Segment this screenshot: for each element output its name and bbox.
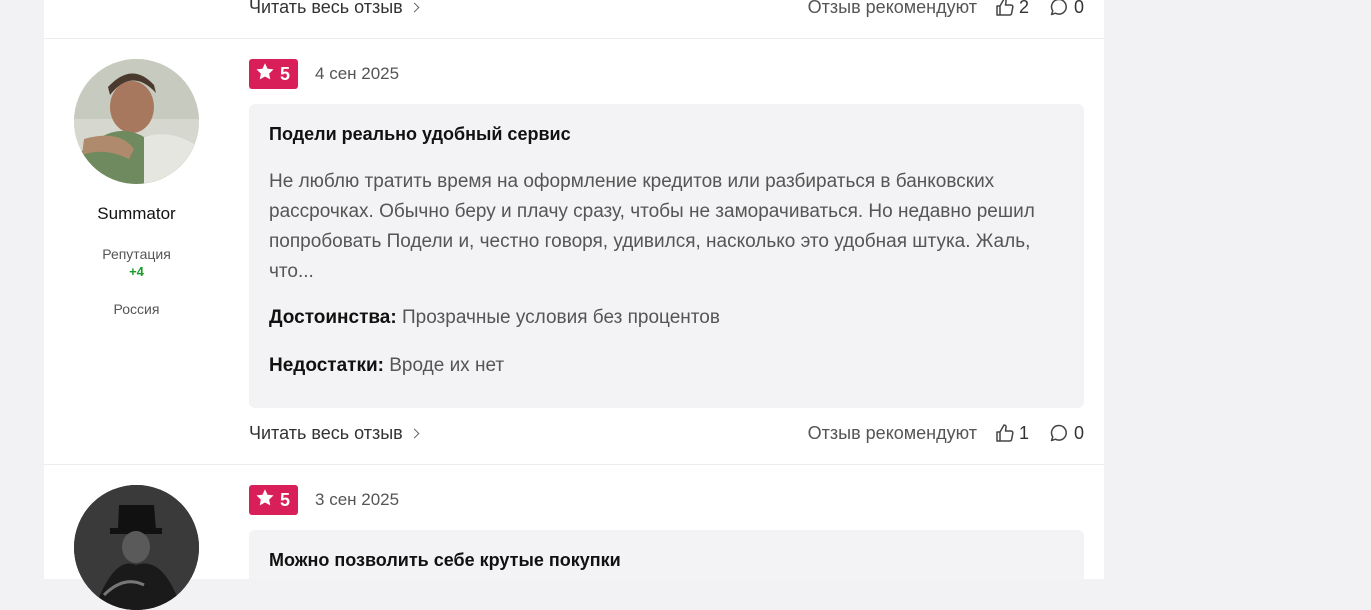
reviewer-card (74, 485, 199, 610)
cons-text: Вроде их нет (389, 355, 505, 376)
review-date: 3 сен 2025 (315, 490, 400, 509)
pros-label: Достоинства: (269, 307, 397, 328)
thumbs-up-icon (995, 423, 1015, 443)
rating-badge: 5 (249, 485, 299, 515)
review-footer: Читать весь отзыв Отзыв рекомендуют 1 0 (249, 422, 1084, 444)
comments-button[interactable]: 0 (1049, 423, 1084, 444)
author-name[interactable]: Summator (74, 204, 199, 224)
comments-button[interactable]: 0 (1049, 0, 1084, 18)
avatar[interactable] (74, 485, 199, 610)
star-icon (255, 62, 275, 86)
rating-badge: 5 (249, 59, 299, 89)
comment-count: 0 (1073, 0, 1084, 17)
review-excerpt: Не люблю тратить время на оформление кре… (269, 171, 1035, 282)
divider (44, 38, 1104, 39)
review-title[interactable]: Можно позволить себе крутые покупки (269, 550, 1064, 571)
recommend-area: Отзыв рекомендуют 1 0 (808, 423, 1084, 444)
review-footer: Читать весь отзыв Отзыв рекомендуют 2 0 (249, 0, 1084, 18)
review-pros: Достоинства: Прозрачные условия без проц… (269, 307, 1064, 329)
author-country: Россия (113, 301, 160, 317)
avatar[interactable] (74, 59, 199, 184)
reputation-value: +4 (129, 264, 144, 279)
comment-count: 0 (1073, 422, 1084, 443)
rating-value: 5 (280, 489, 291, 510)
reputation-label: Репутация (102, 246, 171, 262)
recommend-label: Отзыв рекомендуют (807, 422, 977, 443)
review-date: 4 сен 2025 (315, 64, 400, 83)
comment-icon (1049, 0, 1069, 17)
recommend-area: Отзыв рекомендуют 2 0 (808, 0, 1084, 18)
like-button[interactable]: 1 (995, 423, 1029, 444)
like-count: 2 (1018, 0, 1029, 17)
recommend-label: Отзыв рекомендуют (807, 0, 977, 17)
review-body[interactable]: Подели реально удобный сервис Не люблю т… (249, 104, 1084, 408)
rating-value: 5 (280, 63, 291, 84)
reviews-panel: Читать весь отзыв Отзыв рекомендуют 2 0 (44, 0, 1104, 610)
review-header: 5 3 сен 2025 (249, 485, 399, 515)
cons-label: Недостатки: (269, 355, 384, 376)
divider (44, 464, 1104, 465)
pros-text: Прозрачные условия без процентов (401, 307, 720, 328)
read-more-label: Читать весь отзыв (249, 422, 403, 443)
comment-icon (1049, 423, 1069, 443)
read-full-review-link[interactable]: Читать весь отзыв (249, 422, 420, 444)
star-icon (255, 488, 275, 512)
read-more-label: Читать весь отзыв (249, 0, 403, 17)
chevron-right-icon (409, 2, 420, 13)
read-full-review-link[interactable]: Читать весь отзыв (249, 0, 420, 18)
like-count: 1 (1018, 422, 1029, 443)
review-header: 5 4 сен 2025 (249, 59, 399, 89)
review-body[interactable]: Можно позволить себе крутые покупки (249, 530, 1084, 579)
reviewer-card: Summator Репутация +4 Россия (74, 59, 199, 317)
review-title[interactable]: Подели реально удобный сервис (269, 124, 1064, 145)
thumbs-up-icon (995, 0, 1015, 17)
review-cons: Недостатки: Вроде их нет (269, 355, 1064, 377)
chevron-right-icon (409, 428, 420, 439)
like-button[interactable]: 2 (995, 0, 1029, 18)
